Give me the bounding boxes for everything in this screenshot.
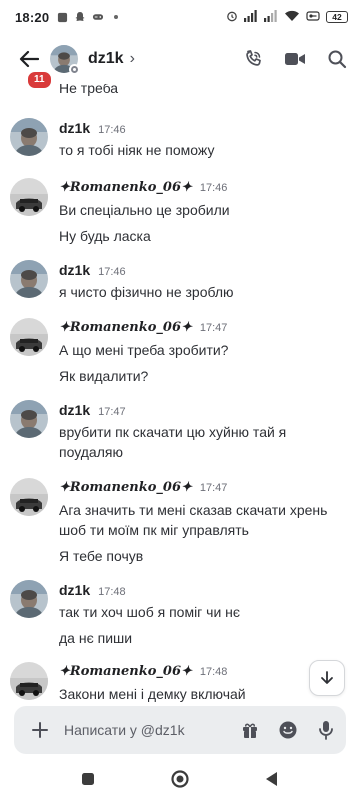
status-left-icons: [56, 11, 122, 23]
message-composer: [14, 706, 346, 754]
message-timestamp: 17:47: [98, 406, 126, 418]
avatar[interactable]: [10, 260, 48, 298]
chat-header: 11 dz1k ›: [0, 34, 360, 90]
system-nav-bar: [0, 758, 360, 800]
message-meta: dz1k 17:47: [59, 402, 126, 418]
status-offline-icon: [69, 64, 80, 75]
message-text: Ну будь ласка: [59, 228, 151, 244]
plus-icon[interactable]: [30, 720, 50, 740]
emoji-icon[interactable]: [278, 720, 298, 740]
message-text: да нє пиши: [59, 630, 133, 646]
chat-title[interactable]: dz1k: [88, 50, 124, 68]
signal-icon: [264, 9, 278, 25]
message-author[interactable]: ✦𝑹𝒐𝒎𝒂𝒏𝒆𝒏𝒌𝒐_06✦: [59, 320, 192, 335]
message-text: Закони мені і демку включай: [59, 686, 246, 702]
dot-icon: [110, 11, 122, 23]
message-author[interactable]: dz1k: [59, 582, 90, 598]
alarm-icon: [226, 10, 238, 25]
avatar[interactable]: [10, 478, 48, 516]
message-author[interactable]: dz1k: [59, 402, 90, 418]
back-button[interactable]: 11: [14, 44, 53, 90]
message-text: Не треба: [59, 84, 119, 96]
message-meta: ✦𝑹𝒐𝒎𝒂𝒏𝒆𝒏𝒌𝒐_06✦ 17:48: [59, 664, 227, 679]
search-icon[interactable]: [326, 48, 348, 70]
message-author[interactable]: ✦𝑹𝒐𝒎𝒂𝒏𝒆𝒏𝒌𝒐_06✦: [59, 480, 192, 495]
message-meta: ✦𝑹𝒐𝒎𝒂𝒏𝒆𝒏𝒌𝒐_06✦ 17:47: [59, 320, 227, 335]
message-text: шоб ти моїм пк міг управлять: [59, 522, 249, 538]
message-list[interactable]: Не треба dz1k 17:46 то я тобі ніяк не по…: [0, 84, 360, 702]
status-bar: 18:20 42: [0, 0, 360, 34]
recent-apps-icon[interactable]: [77, 768, 99, 790]
status-right-icons: 42: [226, 9, 348, 25]
message-text: я чисто фізично не зроблю: [59, 284, 234, 300]
message-text: Ага значить ти мені сказав скачати хрень: [59, 502, 328, 518]
vpn-icon: [306, 10, 320, 25]
message-text: Як видалити?: [59, 368, 149, 384]
message-meta: dz1k 17:46: [59, 262, 126, 278]
back-icon[interactable]: [261, 768, 283, 790]
message-text: Ви спеціально це зробили: [59, 202, 230, 218]
message-timestamp: 17:47: [199, 322, 228, 334]
message-text: врубити пк скачати цю хуйню тай я: [59, 424, 287, 440]
battery-icon: 42: [326, 11, 348, 23]
message-timestamp: 17:46: [98, 266, 126, 278]
composer-tools: [240, 720, 336, 740]
message-timestamp: 17:46: [98, 124, 126, 136]
avatar[interactable]: [10, 400, 48, 438]
chevron-right-icon[interactable]: ›: [130, 50, 135, 68]
status-time: 18:20: [15, 9, 50, 25]
avatar[interactable]: [50, 45, 80, 75]
message-timestamp: 17:48: [199, 666, 228, 678]
arrow-down-icon: [321, 671, 333, 684]
message-meta: dz1k 17:46: [59, 120, 126, 136]
snapchat-icon: [74, 11, 86, 23]
message-text: А що мені треба зробити?: [59, 342, 229, 358]
avatar[interactable]: [10, 580, 48, 618]
message-author[interactable]: dz1k: [59, 120, 90, 136]
home-icon[interactable]: [169, 768, 191, 790]
message-input[interactable]: [64, 722, 224, 738]
message-author[interactable]: ✦𝑹𝒐𝒎𝒂𝒏𝒆𝒏𝒌𝒐_06✦: [59, 664, 192, 679]
gift-icon[interactable]: [240, 720, 260, 740]
notification-icon: [56, 11, 68, 23]
call-icon[interactable]: [242, 48, 264, 70]
message-author[interactable]: ✦𝑹𝒐𝒎𝒂𝒏𝒆𝒏𝒌𝒐_06✦: [59, 180, 192, 195]
message-meta: ✦𝑹𝒐𝒎𝒂𝒏𝒆𝒏𝒌𝒐_06✦ 17:46: [59, 180, 227, 195]
wifi-icon: [284, 10, 300, 25]
avatar[interactable]: [10, 178, 48, 216]
microphone-icon[interactable]: [316, 720, 336, 740]
avatar[interactable]: [10, 318, 48, 356]
header-actions: [242, 48, 348, 70]
jump-to-present-button[interactable]: [309, 660, 345, 696]
message-meta: ✦𝑹𝒐𝒎𝒂𝒏𝒆𝒏𝒌𝒐_06✦ 17:47: [59, 480, 227, 495]
arrow-left-icon: [19, 50, 39, 68]
message-text: то я тобі ніяк не поможу: [59, 142, 215, 158]
signal-icon: [244, 9, 258, 25]
message-text: так ти хоч шоб я поміг чи нє: [59, 604, 241, 620]
message-timestamp: 17:46: [199, 182, 228, 194]
message-timestamp: 17:47: [199, 482, 228, 494]
message-author[interactable]: dz1k: [59, 262, 90, 278]
avatar[interactable]: [10, 662, 48, 700]
gamepad-icon: [92, 11, 104, 23]
battery-level: 42: [332, 11, 342, 22]
message-text: Я тебе почув: [59, 548, 144, 564]
message-text: поудаляю: [59, 444, 123, 460]
message-meta: dz1k 17:48: [59, 582, 126, 598]
avatar[interactable]: [10, 118, 48, 156]
message-timestamp: 17:48: [98, 586, 126, 598]
video-icon[interactable]: [284, 48, 306, 70]
